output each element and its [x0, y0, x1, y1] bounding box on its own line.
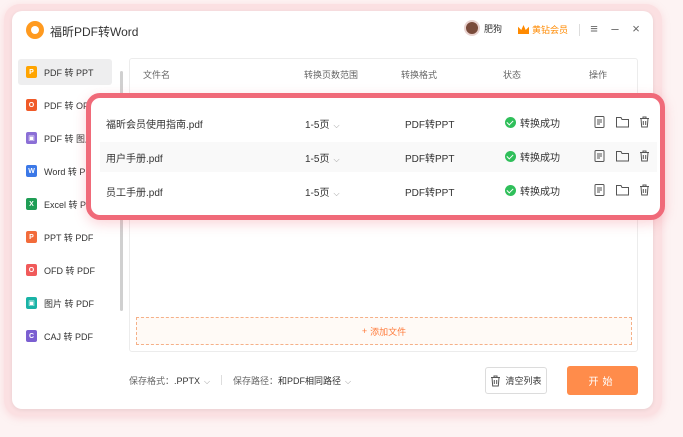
- plus-icon: +: [361, 326, 368, 336]
- ofd-file-icon: O: [26, 264, 37, 276]
- user-profile[interactable]: 肥狗: [464, 20, 502, 36]
- image-file-icon: ▣: [26, 132, 37, 144]
- menu-icon[interactable]: ≡: [587, 21, 601, 37]
- folder-icon[interactable]: [616, 116, 629, 128]
- folder-icon[interactable]: [616, 150, 629, 162]
- chevron-down-icon: ⌵: [333, 189, 340, 198]
- table-row[interactable]: 福昕会员使用指南.pdf 1-5页 ⌵ PDF转PPT 转换成功: [100, 108, 657, 138]
- header-file-name: 文件名: [143, 70, 171, 80]
- add-file-label: 添加文件: [370, 326, 407, 337]
- trash-icon: [491, 375, 501, 386]
- ppt-file-icon: P: [26, 66, 37, 78]
- start-button[interactable]: 开始: [567, 366, 638, 395]
- footer-divider: [221, 375, 222, 385]
- save-format-value: .PPTX: [174, 376, 201, 386]
- status-badge: 转换成功: [505, 149, 560, 164]
- save-format-select[interactable]: 保存格式：.PPTX ⌵: [129, 374, 210, 387]
- title-bar: 福昕PDF转Word 肥狗 黄钻会员 ≡ – ×: [12, 11, 653, 51]
- caj-file-icon: C: [26, 330, 37, 342]
- status-text: 转换成功: [520, 187, 560, 198]
- file-name: 用户手册.pdf: [106, 154, 163, 165]
- page-range-value: 1-5页: [305, 120, 330, 131]
- format-value: PDF转PPT: [405, 188, 455, 199]
- document-icon[interactable]: [594, 116, 605, 128]
- excel-file-icon: X: [26, 198, 37, 210]
- clear-list-label: 清空列表: [505, 376, 542, 386]
- app-title: 福昕PDF转Word: [50, 25, 139, 39]
- page-range-select[interactable]: 1-5页 ⌵: [305, 150, 340, 165]
- status-text: 转换成功: [520, 153, 560, 164]
- table-row[interactable]: 员工手册.pdf 1-5页 ⌵ PDF转PPT 转换成功: [100, 176, 657, 206]
- save-path-value: 和PDF相同路径: [278, 376, 342, 386]
- check-circle-icon: [505, 185, 516, 196]
- format-value: PDF转PPT: [405, 120, 455, 131]
- chevron-down-icon: ⌵: [204, 377, 211, 386]
- sidebar-item-ppt-to-pdf[interactable]: P PPT 转 PDF: [18, 224, 112, 250]
- check-circle-icon: [505, 117, 516, 128]
- app-logo-icon: [26, 21, 44, 39]
- sidebar-item-ofd-to-pdf[interactable]: O OFD 转 PDF: [18, 257, 112, 283]
- chevron-down-icon: ⌵: [333, 155, 340, 164]
- format-value: PDF转PPT: [405, 154, 455, 165]
- sidebar-item-label: CAJ 转 PDF: [44, 331, 94, 342]
- trash-icon[interactable]: [639, 116, 650, 128]
- crown-icon: [518, 25, 529, 34]
- folder-icon[interactable]: [616, 184, 629, 196]
- ofd-file-icon: O: [26, 99, 37, 111]
- file-name: 员工手册.pdf: [106, 188, 163, 199]
- header-format: 转换格式: [401, 70, 438, 80]
- image-file-icon: ▣: [26, 297, 37, 309]
- sidebar-item-image-to-pdf[interactable]: ▣ 图片 转 PDF: [18, 290, 112, 316]
- chevron-down-icon: ⌵: [333, 121, 340, 130]
- save-path-label: 保存路径：: [233, 376, 279, 386]
- clear-list-button[interactable]: 清空列表: [485, 367, 547, 394]
- page-range-select[interactable]: 1-5页 ⌵: [305, 184, 340, 199]
- chevron-down-icon: ⌵: [345, 377, 352, 386]
- status-text: 转换成功: [520, 119, 560, 130]
- title-divider: [579, 24, 580, 36]
- trash-icon[interactable]: [639, 150, 650, 162]
- sidebar-item-label: 图片 转 PDF: [44, 298, 95, 309]
- sidebar-item-label: OFD 转 PDF: [44, 265, 95, 276]
- save-format-label: 保存格式：: [129, 376, 175, 386]
- table-row[interactable]: 用户手册.pdf 1-5页 ⌵ PDF转PPT 转换成功: [100, 142, 657, 172]
- page-range-value: 1-5页: [305, 154, 330, 165]
- sidebar-item-label: PPT 转 PDF: [44, 232, 94, 243]
- save-path-select[interactable]: 保存路径：和PDF相同路径 ⌵: [233, 374, 351, 387]
- add-file-button[interactable]: + 添加文件: [136, 317, 632, 345]
- status-badge: 转换成功: [505, 115, 560, 130]
- document-icon[interactable]: [594, 184, 605, 196]
- sidebar-item-pdf-to-ppt[interactable]: P PDF 转 PPT: [18, 59, 112, 85]
- vip-label: 黄钻会员: [532, 25, 569, 35]
- page-range-value: 1-5页: [305, 188, 330, 199]
- close-icon[interactable]: ×: [629, 21, 643, 37]
- status-badge: 转换成功: [505, 183, 560, 198]
- document-icon[interactable]: [594, 150, 605, 162]
- minimize-icon[interactable]: –: [608, 21, 622, 37]
- ppt-file-icon: P: [26, 231, 37, 243]
- sidebar-item-caj-to-pdf[interactable]: C CAJ 转 PDF: [18, 323, 112, 349]
- file-name: 福昕会员使用指南.pdf: [106, 120, 203, 131]
- sidebar-item-label: PDF 转 PPT: [44, 67, 94, 78]
- highlighted-file-list: 福昕会员使用指南.pdf 1-5页 ⌵ PDF转PPT 转换成功 用户手册.pdf…: [86, 93, 665, 220]
- check-circle-icon: [505, 151, 516, 162]
- vip-badge[interactable]: 黄钻会员: [518, 23, 568, 36]
- user-name: 肥狗: [484, 23, 503, 34]
- word-file-icon: W: [26, 165, 37, 177]
- header-page-range: 转换页数范围: [304, 70, 359, 80]
- header-action: 操作: [589, 70, 608, 80]
- trash-icon[interactable]: [639, 184, 650, 196]
- header-status: 状态: [503, 70, 522, 80]
- avatar: [464, 20, 480, 36]
- page-range-select[interactable]: 1-5页 ⌵: [305, 116, 340, 131]
